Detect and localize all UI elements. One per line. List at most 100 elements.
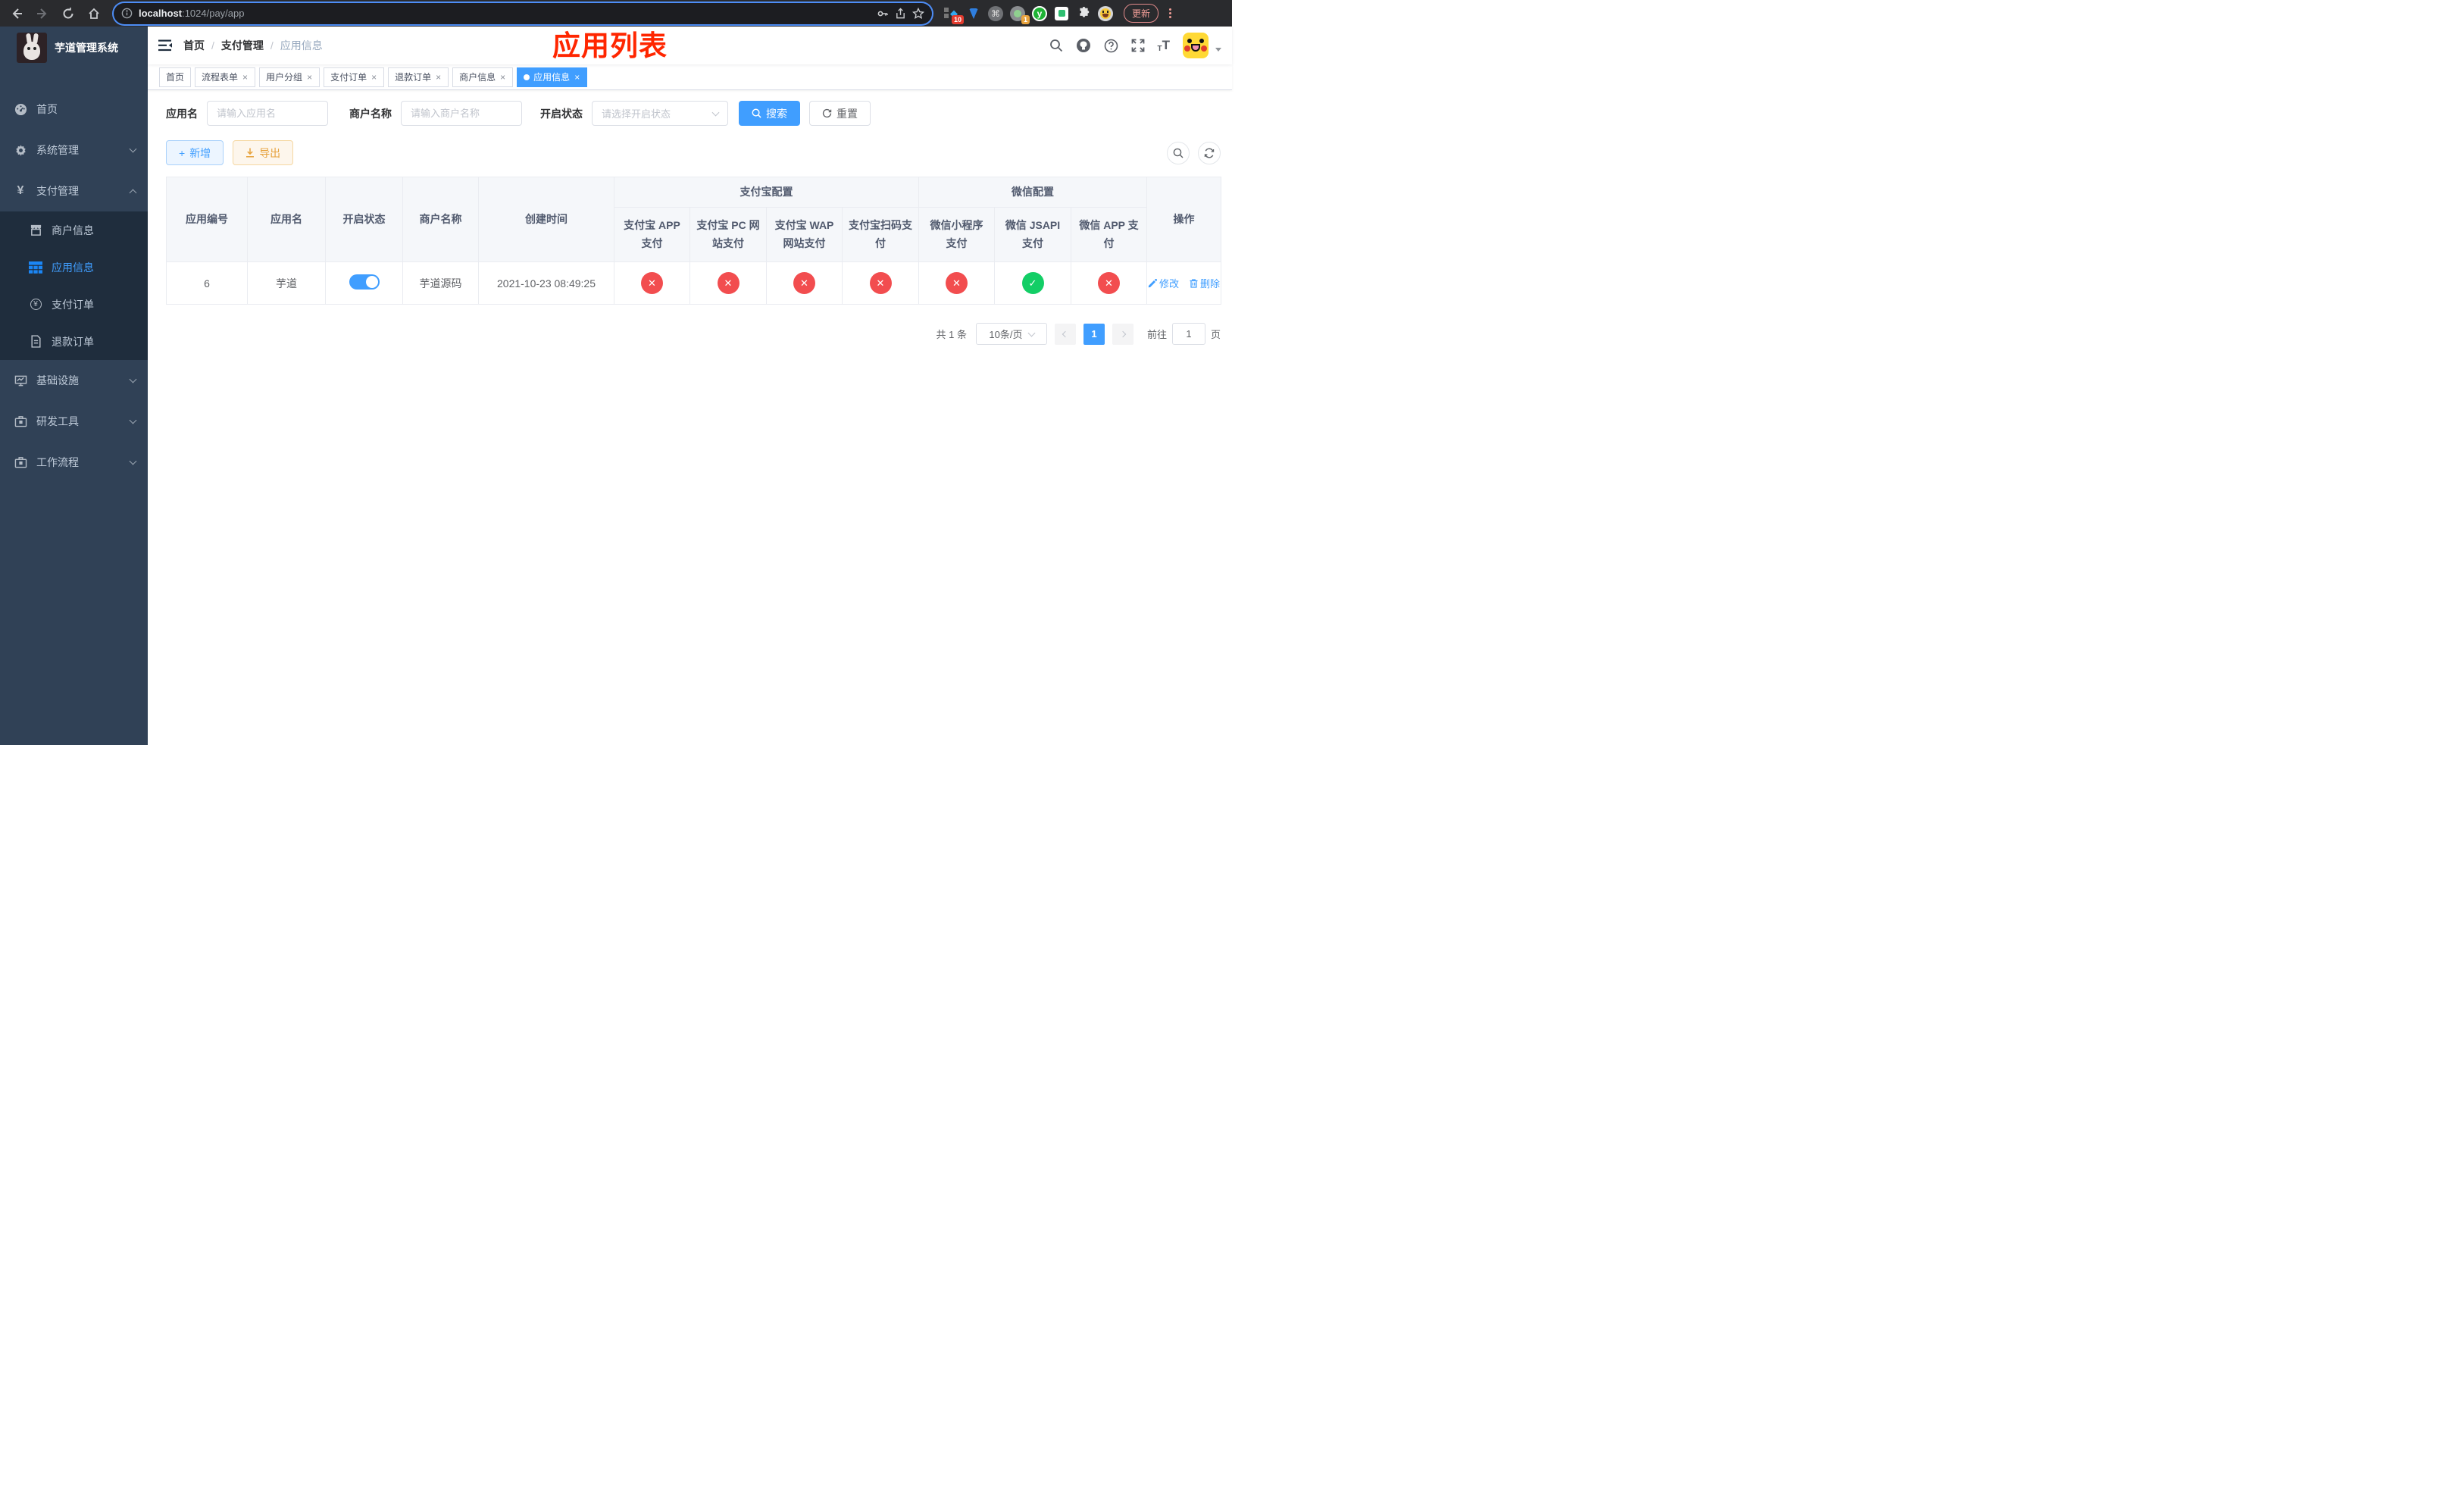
chevron-left-icon [1062, 330, 1069, 337]
edit-pen-icon [1148, 278, 1158, 287]
cell-status [325, 261, 403, 305]
tab-refund-order[interactable]: 退款订单 × [388, 67, 449, 87]
user-avatar[interactable] [1183, 33, 1209, 58]
sidebar-item-merchant-info[interactable]: 商户信息 [0, 211, 148, 249]
cell-wechat-mini: ✕ [918, 261, 995, 305]
search-button[interactable]: 搜索 [739, 101, 800, 126]
browser-chrome: localhost:1024/pay/app ◆ 10 ⌘ 1 y 更新 [0, 0, 1232, 27]
font-size-icon[interactable]: TT [1158, 38, 1171, 53]
browser-back-button[interactable] [6, 3, 27, 24]
browser-extensions: ◆ 10 ⌘ 1 y [944, 5, 1113, 24]
sidebar-item-refund-order[interactable]: 退款订单 [0, 323, 148, 360]
github-icon[interactable] [1076, 38, 1091, 53]
yen-circle-icon: ¥ [29, 299, 42, 310]
url-path: :1024/pay/app [182, 8, 245, 19]
extensions-puzzle-icon[interactable] [1076, 6, 1091, 21]
sidebar-item-app-info[interactable]: 应用信息 [0, 249, 148, 286]
sidebar-item-system[interactable]: 系统管理 [0, 130, 148, 171]
sidebar-toggle-icon[interactable] [158, 39, 173, 52]
cell-alipay-wap: ✕ [766, 261, 843, 305]
close-icon[interactable]: × [242, 73, 249, 82]
chevron-down-icon [711, 108, 720, 116]
chevron-down-icon [129, 457, 137, 465]
close-icon[interactable]: × [574, 73, 580, 82]
bookmark-star-icon[interactable] [912, 7, 924, 20]
col-alipay-app: 支付宝 APP 支付 [614, 207, 690, 262]
browser-forward-button[interactable] [32, 3, 53, 24]
tab-home[interactable]: 首页 [159, 67, 192, 87]
tab-process-form[interactable]: 流程表单 × [195, 67, 256, 87]
goto-page-input[interactable] [1171, 323, 1205, 345]
header-search-icon[interactable] [1049, 39, 1063, 52]
breadcrumb-home[interactable]: 首页 [183, 38, 205, 53]
pagination-total: 共 1 条 [936, 329, 967, 340]
profile-avatar-icon[interactable] [1098, 5, 1113, 21]
merchant-name-input[interactable] [401, 101, 522, 126]
status-select[interactable]: 请选择开启状态 [592, 101, 728, 126]
breadcrumb-payment[interactable]: 支付管理 [221, 38, 264, 53]
close-icon[interactable]: × [435, 73, 442, 82]
sidebar-item-home[interactable]: 首页 [0, 89, 148, 130]
app-name-input[interactable] [207, 101, 328, 126]
sidebar-logo[interactable]: 芋道管理系统 [0, 27, 148, 69]
sidebar: 芋道管理系统 首页 系统管理 ¥ 支付管理 商户信息 应用信息 ¥ 支付订单 退… [0, 27, 148, 745]
status-icon: ✓ [1021, 272, 1044, 294]
toggle-search-button[interactable] [1167, 141, 1190, 164]
col-group-wechat: 微信配置 [918, 177, 1148, 208]
reset-button[interactable]: 重置 [809, 101, 871, 126]
url-host: localhost [139, 8, 183, 19]
chevron-right-icon [1119, 330, 1127, 337]
site-info-icon[interactable] [121, 8, 133, 19]
search-icon [752, 108, 761, 118]
cell-app-name: 芋道 [247, 261, 326, 305]
extension-chat-icon[interactable] [1054, 6, 1069, 21]
share-icon[interactable] [895, 7, 906, 20]
extension-kite-icon[interactable] [966, 6, 981, 21]
pagination: 共 1 条 10条/页 1 前往 页 [166, 323, 1221, 345]
logo-avatar [17, 33, 47, 63]
extension-blue-diamond-icon[interactable]: ◆ 10 [944, 6, 964, 24]
extension-y-icon[interactable]: y [1032, 5, 1047, 21]
help-icon[interactable] [1104, 39, 1118, 53]
close-icon[interactable]: × [306, 73, 313, 82]
url-bar[interactable]: localhost:1024/pay/app [114, 2, 932, 24]
add-button[interactable]: + 新增 [166, 140, 224, 165]
prev-page-button[interactable] [1054, 323, 1076, 345]
next-page-button[interactable] [1112, 323, 1134, 345]
tab-user-group[interactable]: 用户分组 × [259, 67, 321, 87]
close-icon[interactable]: × [371, 73, 377, 82]
forward-arrow-icon [37, 8, 47, 19]
tab-pay-order[interactable]: 支付订单 × [324, 67, 385, 87]
col-group-alipay: 支付宝配置 [614, 177, 919, 208]
browser-update-button[interactable]: 更新 [1124, 4, 1159, 23]
page-annotation-title: 应用列表 [552, 30, 668, 61]
sidebar-item-infrastructure[interactable]: 基础设施 [0, 360, 148, 401]
tab-merchant-info[interactable]: 商户信息 × [452, 67, 514, 87]
sidebar-item-pay-order[interactable]: ¥ 支付订单 [0, 286, 148, 323]
browser-menu-icon[interactable] [1165, 8, 1176, 18]
browser-home-button[interactable] [83, 3, 105, 24]
avatar-dropdown-caret-icon[interactable] [1215, 47, 1221, 52]
delete-button[interactable]: 删除 [1190, 276, 1220, 290]
chevron-down-icon [129, 416, 137, 424]
chevron-up-icon [129, 189, 137, 196]
extension-recorder-icon[interactable]: 1 [1010, 5, 1030, 24]
sidebar-item-workflow[interactable]: 工作流程 [0, 442, 148, 483]
tab-app-info[interactable]: 应用信息 × [517, 67, 588, 87]
page-number-button[interactable]: 1 [1083, 323, 1105, 345]
page-size-select[interactable]: 10条/页 [975, 323, 1047, 345]
status-toggle[interactable] [349, 274, 380, 290]
browser-reload-button[interactable] [58, 3, 79, 24]
close-icon[interactable]: × [499, 73, 506, 82]
export-button[interactable]: 导出 [233, 140, 294, 165]
extension-command-icon[interactable]: ⌘ [988, 5, 1003, 21]
fullscreen-icon[interactable] [1131, 39, 1145, 52]
password-key-icon[interactable] [877, 8, 889, 20]
briefcase-icon [14, 456, 27, 468]
extension-badge: 10 [951, 14, 964, 24]
sidebar-item-payment[interactable]: ¥ 支付管理 [0, 171, 148, 211]
col-wechat-mini: 微信小程序支付 [918, 207, 995, 262]
sidebar-item-dev-tools[interactable]: 研发工具 [0, 401, 148, 442]
edit-button[interactable]: 修改 [1148, 276, 1179, 290]
refresh-table-button[interactable] [1198, 141, 1221, 164]
